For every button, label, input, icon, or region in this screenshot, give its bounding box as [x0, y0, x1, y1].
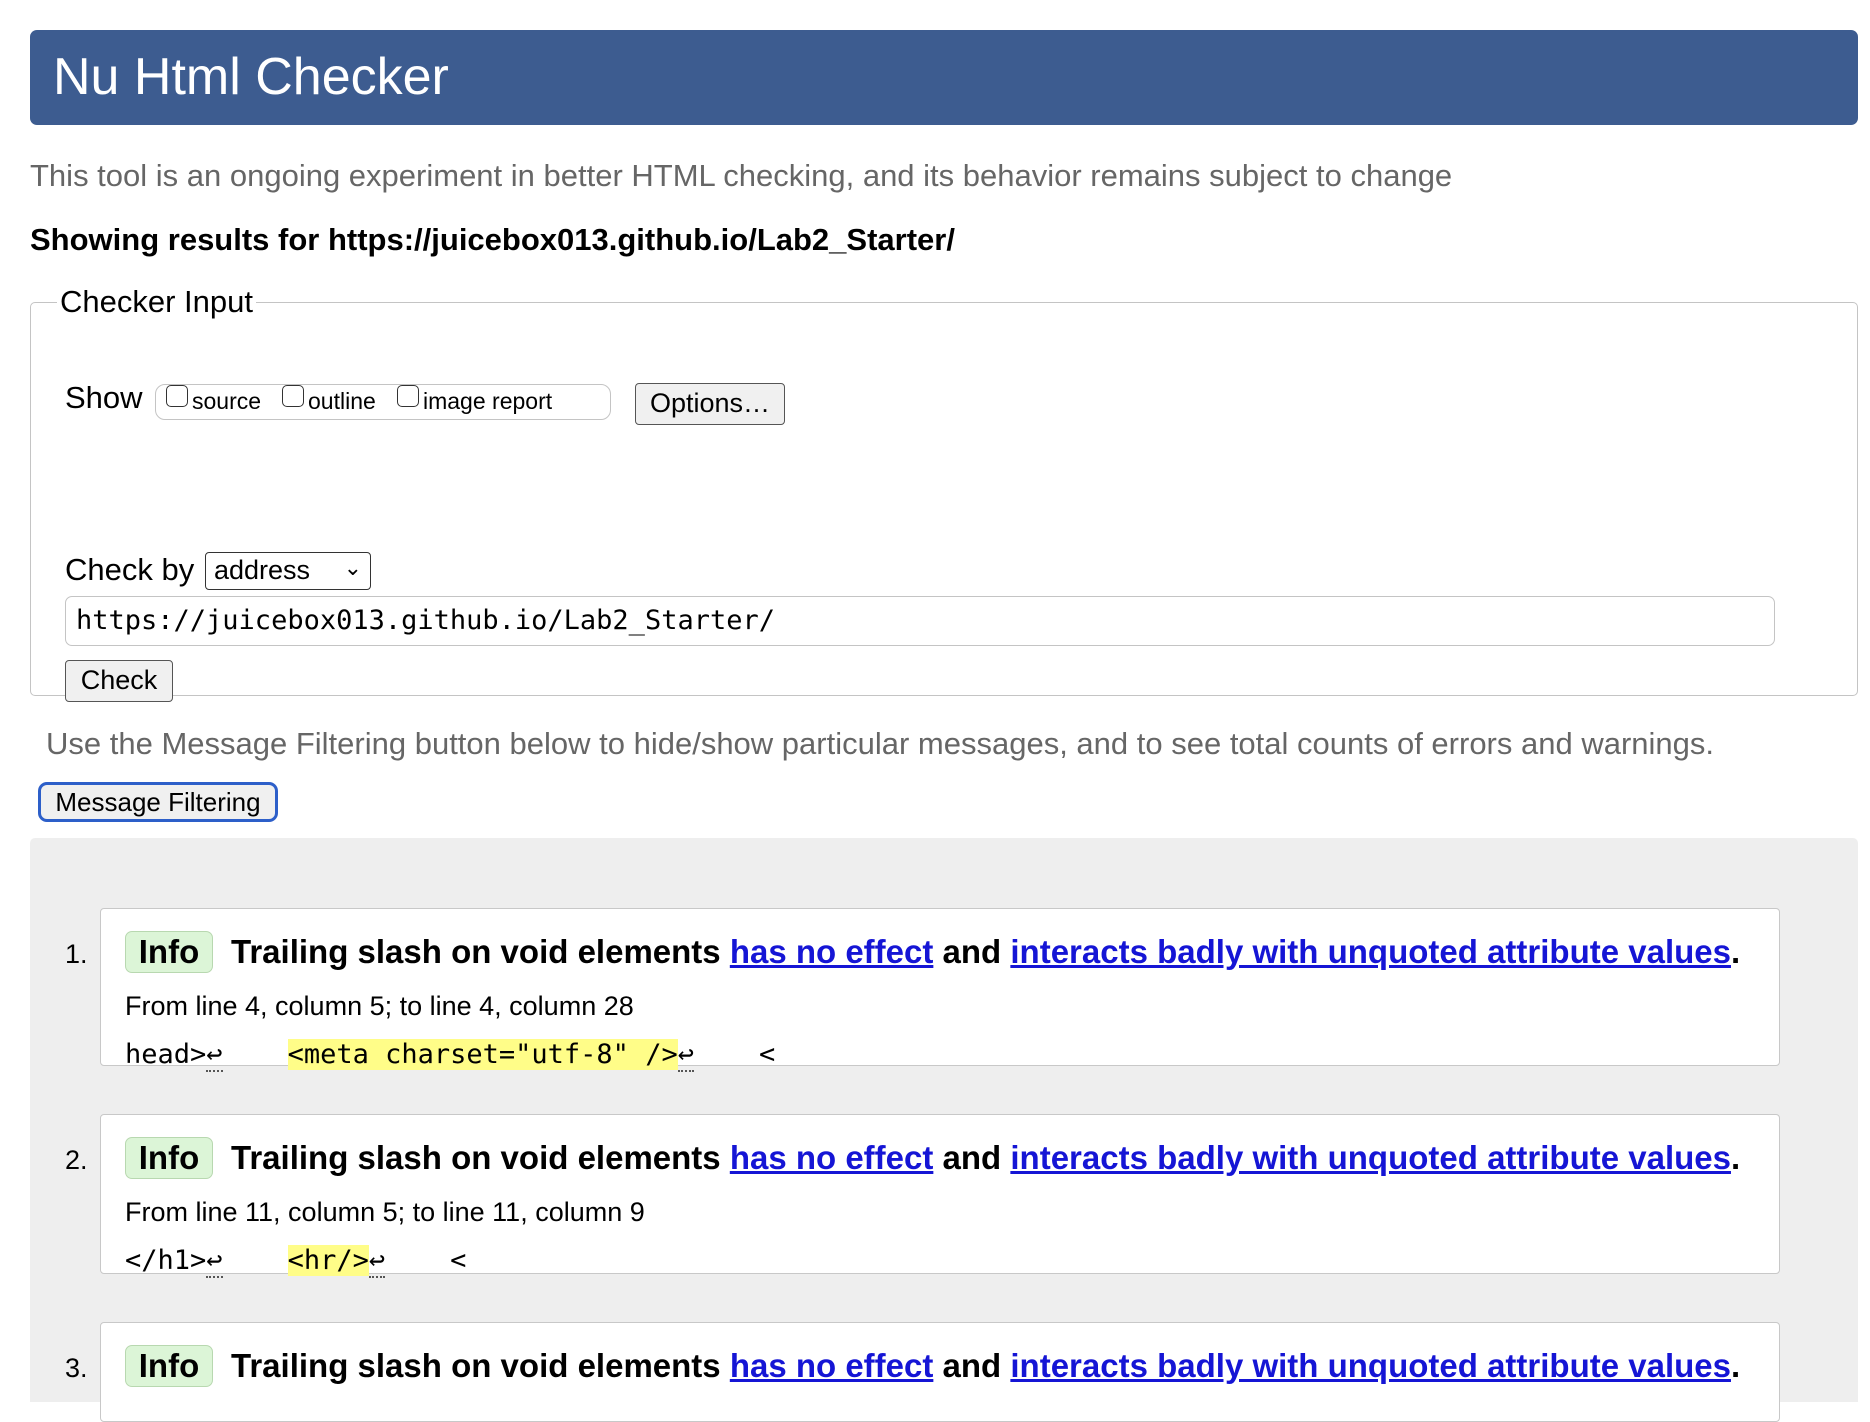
- check-button[interactable]: Check: [65, 660, 173, 702]
- page-title: Nu Html Checker: [53, 48, 449, 106]
- info-badge: Info: [125, 1345, 213, 1387]
- message-text-a: Trailing slash on void elements: [231, 1347, 721, 1384]
- check-by-select[interactable]: address ⌄: [205, 552, 371, 590]
- outline-checkbox-box[interactable]: [282, 385, 304, 407]
- results-panel: 1. Info Trailing slash on void elements …: [30, 838, 1858, 1422]
- outline-checkbox-label: outline: [308, 388, 376, 414]
- has-no-effect-link[interactable]: has no effect: [730, 1139, 934, 1176]
- extract-highlight: <hr/>: [287, 1245, 369, 1276]
- code-extract: head>↩ <meta charset="utf-8" />↩ <: [125, 1037, 775, 1073]
- message-item: 1. Info Trailing slash on void elements …: [65, 908, 1780, 1072]
- checker-input-legend: Checker Input: [60, 284, 253, 319]
- outline-checkbox[interactable]: outline: [282, 385, 376, 415]
- show-label: Show: [65, 380, 143, 415]
- line-feed-icon: ↩: [368, 1245, 386, 1278]
- check-by-value: address: [214, 555, 311, 585]
- line-feed-icon: ↩: [206, 1039, 223, 1072]
- intro-text: This tool is an ongoing experiment in be…: [30, 158, 1453, 193]
- has-no-effect-link[interactable]: has no effect: [730, 1347, 934, 1384]
- image-report-checkbox-box[interactable]: [397, 385, 419, 407]
- chevron-down-icon: ⌄: [343, 555, 362, 580]
- unquoted-attributes-link[interactable]: interacts badly with unquoted attribute …: [1010, 933, 1731, 970]
- source-checkbox[interactable]: source: [166, 385, 262, 415]
- source-checkbox-box[interactable]: [166, 385, 188, 407]
- line-feed-icon: ↩: [677, 1039, 694, 1072]
- code-extract: </h1>↩ <hr/>↩ <: [125, 1243, 466, 1279]
- message-text-c: .: [1730, 933, 1741, 970]
- page-header: Nu Html Checker: [30, 30, 1858, 125]
- checker-input-fieldset: Checker Input Show source outline image …: [30, 284, 1858, 702]
- info-badge: Info: [125, 1137, 213, 1179]
- extract-post: <: [693, 1039, 776, 1070]
- message-filtering-button[interactable]: Message Filtering: [38, 782, 278, 822]
- info-badge: Info: [125, 931, 213, 973]
- has-no-effect-link[interactable]: has no effect: [730, 933, 934, 970]
- options-button[interactable]: Options…: [635, 383, 785, 425]
- message-text-b: and: [942, 1139, 1002, 1176]
- message-number: 3.: [65, 1353, 88, 1383]
- extract-pre: head>: [125, 1039, 207, 1070]
- extract-gap: [223, 1039, 288, 1070]
- extract-gap: [223, 1245, 288, 1276]
- extract-highlight: <meta charset="utf-8" />: [287, 1039, 678, 1070]
- extract-post: <: [385, 1245, 467, 1276]
- unquoted-attributes-link[interactable]: interacts badly with unquoted attribute …: [1010, 1347, 1731, 1384]
- check-by-label: Check by: [65, 552, 195, 587]
- message-item: 2. Info Trailing slash on void elements …: [65, 1114, 1780, 1278]
- message-text-c: .: [1730, 1139, 1741, 1176]
- message-number: 2.: [65, 1145, 88, 1175]
- message-text: Trailing slash on void elements has no e…: [231, 933, 1740, 971]
- message-text-b: and: [942, 1347, 1002, 1384]
- message-text-b: and: [942, 933, 1002, 970]
- message-item: 3. Info Trailing slash on void elements …: [65, 1322, 1780, 1422]
- source-checkbox-label: source: [192, 388, 262, 414]
- message-text-c: .: [1730, 1347, 1741, 1384]
- show-options-group: source outline image report: [155, 384, 611, 420]
- message-text: Trailing slash on void elements has no e…: [231, 1139, 1740, 1177]
- message-text-a: Trailing slash on void elements: [231, 933, 721, 970]
- unquoted-attributes-link[interactable]: interacts badly with unquoted attribute …: [1010, 1139, 1731, 1176]
- message-number: 1.: [65, 939, 88, 969]
- filter-note: Use the Message Filtering button below t…: [46, 726, 1715, 761]
- message-location: From line 11, column 5; to line 11, colu…: [125, 1197, 645, 1227]
- image-report-checkbox[interactable]: image report: [397, 385, 553, 415]
- message-location: From line 4, column 5; to line 4, column…: [125, 991, 634, 1021]
- showing-results-heading: Showing results for https://juicebox013.…: [30, 222, 955, 257]
- url-input[interactable]: https://juicebox013.github.io/Lab2_Start…: [65, 596, 1775, 646]
- message-text-a: Trailing slash on void elements: [231, 1139, 721, 1176]
- extract-pre: </h1>: [125, 1245, 207, 1276]
- image-report-checkbox-label: image report: [423, 388, 553, 414]
- message-text: Trailing slash on void elements has no e…: [231, 1347, 1740, 1385]
- line-feed-icon: ↩: [206, 1245, 223, 1278]
